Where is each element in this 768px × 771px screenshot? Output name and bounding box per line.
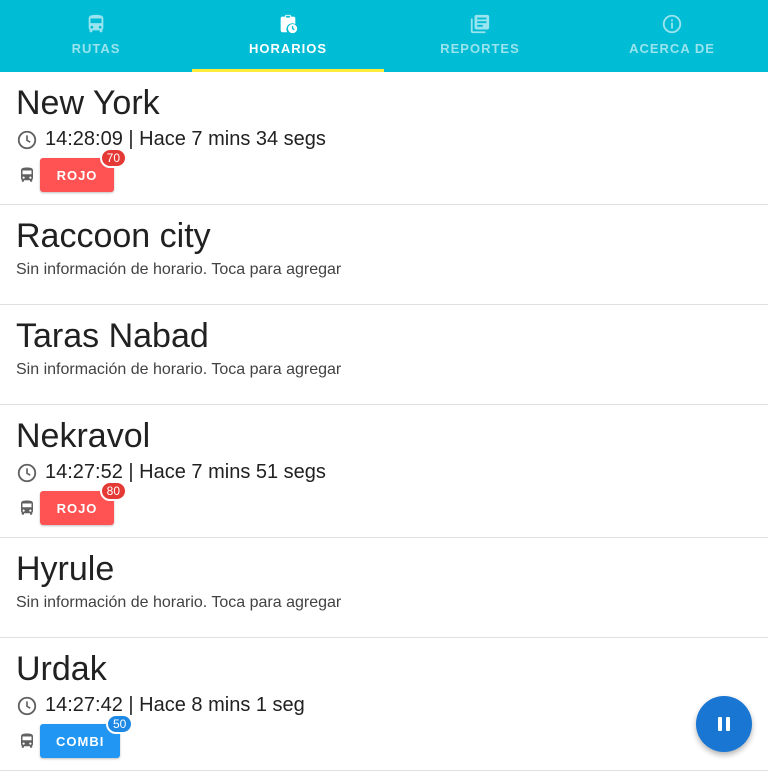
stop-name: Hyrule (16, 550, 115, 588)
route-chip-rojo[interactable]: ROJO 70 (40, 148, 127, 192)
list-item[interactable]: Nekravol 14:27:52 | Hace 7 mins 51 segs … (0, 405, 768, 538)
tab-acerca-de[interactable]: ACERCA DE (576, 0, 768, 72)
no-schedule-text: Sin información de horario. Toca para ag… (16, 594, 342, 611)
list-item[interactable]: New York 14:28:09 | Hace 7 mins 34 segs … (0, 72, 768, 205)
route-row: ROJO 80 (18, 481, 127, 526)
stop-name: Taras Nabad (16, 317, 209, 355)
time-ago: Hace 7 mins 51 segs (139, 461, 326, 483)
tab-rutas[interactable]: RUTAS (0, 0, 192, 72)
list-item[interactable]: Raccoon city Sin información de horario.… (0, 205, 768, 305)
route-count-badge: 80 (99, 481, 127, 501)
list-item[interactable]: Hyrule Sin información de horario. Toca … (0, 538, 768, 638)
time-ago: Hace 7 mins 34 segs (139, 128, 326, 150)
info-icon (662, 14, 682, 34)
time-separator: | (122, 128, 140, 150)
time-separator: | (122, 461, 140, 483)
bus-icon (21, 733, 33, 748)
tab-horarios-label: HORARIOS (248, 41, 328, 56)
time-value: 14:27:42 (45, 694, 123, 716)
no-schedule-text: Sin información de horario. Toca para ag… (16, 361, 342, 378)
route-chip-label: ROJO (56, 500, 98, 516)
tab-reportes[interactable]: REPORTES (384, 0, 576, 72)
tab-rutas-label: RUTAS (71, 41, 121, 56)
route-chip-combi[interactable]: COMBI 50 (40, 714, 134, 758)
route-row: COMBI 50 (18, 714, 134, 759)
list-item[interactable]: Urdak 14:27:42 | Hace 8 mins 1 seg COMBI… (0, 638, 768, 771)
route-row: ROJO 70 (18, 148, 127, 193)
schedule-clipboard-icon (280, 14, 298, 34)
clock-icon (17, 696, 37, 715)
stop-name: Raccoon city (16, 217, 211, 255)
pause-icon (718, 717, 730, 731)
route-chip-label: COMBI (56, 733, 105, 749)
tab-horarios[interactable]: HORARIOS (192, 0, 384, 72)
stop-name: New York (16, 84, 160, 122)
schedule-list: New York 14:28:09 | Hace 7 mins 34 segs … (0, 72, 768, 771)
route-count-badge: 50 (105, 714, 134, 734)
time-row: 14:28:09 | Hace 7 mins 34 segs (16, 128, 326, 151)
route-chip-rojo[interactable]: ROJO 80 (40, 481, 127, 525)
time-ago: Hace 8 mins 1 seg (139, 694, 305, 716)
tab-reportes-label: REPORTES (440, 41, 520, 56)
route-count-badge: 70 (99, 148, 127, 168)
bus-icon (21, 167, 33, 182)
reports-library-icon (470, 14, 490, 34)
tab-bar: RUTAS HORARIOS REPORTES ACERCA DE (0, 0, 768, 72)
route-chip-label: ROJO (56, 167, 98, 183)
list-item[interactable]: Taras Nabad Sin información de horario. … (0, 305, 768, 405)
time-row: 14:27:52 | Hace 7 mins 51 segs (16, 461, 326, 484)
clock-icon (17, 463, 37, 482)
clock-icon (17, 130, 37, 149)
no-schedule-text: Sin información de horario. Toca para ag… (16, 261, 342, 278)
stop-name: Urdak (16, 650, 107, 688)
bus-icon (88, 14, 104, 33)
bus-icon (21, 500, 33, 515)
pause-button[interactable] (696, 696, 752, 752)
tab-acerca-de-label: ACERCA DE (629, 41, 715, 56)
time-row: 14:27:42 | Hace 8 mins 1 seg (16, 694, 305, 717)
stop-name: Nekravol (16, 417, 151, 455)
